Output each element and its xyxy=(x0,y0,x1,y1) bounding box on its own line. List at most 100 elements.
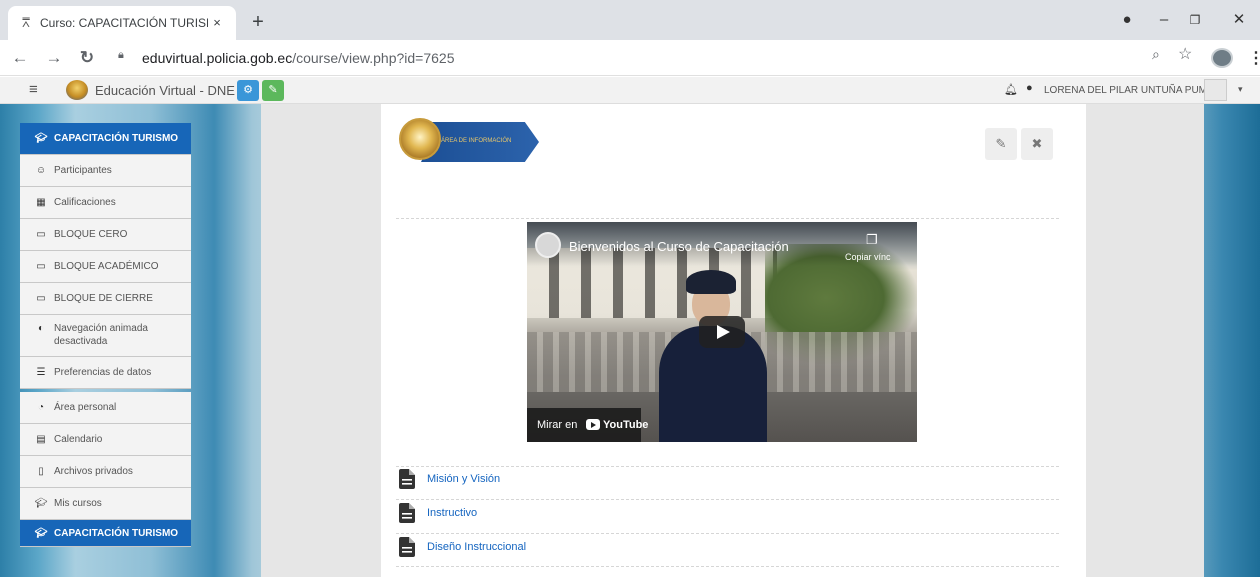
drawer-item-calificaciones[interactable]: ▦ Calificaciones xyxy=(20,187,191,219)
edit-pencil-icon[interactable]: ✎ xyxy=(985,128,1017,160)
drawer-item-label: Mis cursos xyxy=(54,498,102,509)
drawer-item-label: Calificaciones xyxy=(54,197,116,208)
course-content: ÁREA DE INFORMACIÓN ✎ ✖ Bienvenidos al C… xyxy=(381,104,1086,577)
drawer-item-label: Preferencias de datos xyxy=(54,367,152,378)
watch-on-label: Mirar en xyxy=(537,419,578,431)
officer-cap xyxy=(686,270,736,294)
nav-drawer: 🎓︎ CAPACITACIÓN TURISMO ☺ Participantes … xyxy=(20,123,191,547)
resource-mision-vision[interactable]: Misión y Visión xyxy=(399,468,500,490)
resource-label[interactable]: Diseño Instruccional xyxy=(427,541,526,553)
left-gutter xyxy=(261,104,381,577)
chat-bubble-icon[interactable]: ● xyxy=(1026,82,1033,94)
back-arrow-icon[interactable]: ← xyxy=(8,46,32,70)
video-officer xyxy=(659,270,767,442)
browser-tabstrip: ⩞ Curso: CAPACITACIÓN TURISMO × + ● – ❐ … xyxy=(0,0,1260,40)
settings-cogs-button[interactable]: ⚙ xyxy=(237,80,259,101)
drawer-item-label: BLOQUE DE CIERRE xyxy=(54,293,153,304)
document-icon xyxy=(399,537,415,557)
channel-avatar[interactable] xyxy=(535,232,561,258)
site-logo[interactable] xyxy=(66,80,88,100)
section-divider xyxy=(396,218,1059,219)
browser-toolbar: ← → ↻ 🔒︎ eduvirtual.policia.gob.ec/cours… xyxy=(0,40,1260,76)
extension-icon[interactable]: ● xyxy=(1112,8,1142,32)
minimize-button[interactable]: – xyxy=(1149,8,1179,32)
folder-icon: ▭ xyxy=(36,261,46,272)
police-seal-icon xyxy=(399,118,441,160)
address-bar[interactable]: 🔒︎ eduvirtual.policia.gob.ec/course/view… xyxy=(102,45,1260,71)
graduation-cap-icon: 🎓︎ xyxy=(34,527,48,539)
graduation-cap-icon: 🎓︎ xyxy=(34,133,48,144)
drawer-item-label: BLOQUE CERO xyxy=(54,229,128,240)
user-name[interactable]: LORENA DEL PILAR UNTUÑA PUMA xyxy=(1044,85,1214,96)
drawer-course-footer-label: CAPACITACIÓN TURISMO xyxy=(54,527,179,539)
close-tab-icon[interactable]: × xyxy=(208,14,226,32)
browser-tab[interactable]: ⩞ Curso: CAPACITACIÓN TURISMO × xyxy=(8,6,236,40)
play-button[interactable] xyxy=(699,316,745,348)
close-window-button[interactable]: ✕ xyxy=(1224,8,1254,32)
reload-icon[interactable]: ↻ xyxy=(75,46,99,70)
section-banner: ÁREA DE INFORMACIÓN xyxy=(399,114,539,164)
edit-mode-button[interactable]: ✎ xyxy=(262,80,284,101)
drawer-item-label: Archivos privados xyxy=(54,466,133,477)
resource-label[interactable]: Instructivo xyxy=(427,507,477,519)
user-menu-caret-icon[interactable]: ▾ xyxy=(1238,84,1243,95)
browser-menu-icon[interactable]: ⋮ xyxy=(1248,48,1260,68)
drawer-course-footer-link[interactable]: 🎓︎ CAPACITACIÓN TURISMO xyxy=(20,520,191,547)
youtube-wordmark: YouTube xyxy=(603,419,649,431)
drawer-item-bloque-academico[interactable]: ▭ BLOQUE ACADÉMICO xyxy=(20,251,191,283)
forward-arrow-icon[interactable]: → xyxy=(42,46,66,70)
tab-title: Curso: CAPACITACIÓN TURISMO xyxy=(40,16,208,30)
copy-link-icon[interactable]: ❐ xyxy=(866,232,878,248)
drawer-item-label: Área personal xyxy=(54,402,117,413)
document-icon xyxy=(399,469,415,489)
users-icon: ☺ xyxy=(35,165,47,176)
toggle-icon: ◐ xyxy=(37,323,45,334)
site-navbar: ≡ Educación Virtual - DNE ⚙ ✎ 🔔︎ ● LOREN… xyxy=(0,77,1260,104)
drawer-item-bloque-cero[interactable]: ▭ BLOQUE CERO xyxy=(20,219,191,251)
resource-divider xyxy=(396,566,1059,567)
folder-icon: ▭ xyxy=(36,229,46,240)
watch-on-youtube-button[interactable]: Mirar en YouTube xyxy=(527,408,648,442)
moodle-favicon-icon: ⩞ xyxy=(22,15,30,30)
drawer-item-navegacion-animada[interactable]: ◐ Navegación animada desactivada xyxy=(20,315,191,357)
resource-label[interactable]: Misión y Visión xyxy=(427,473,500,485)
drawer-item-label: Participantes xyxy=(54,165,112,176)
new-tab-button[interactable]: + xyxy=(246,10,270,34)
bookmark-star-icon[interactable]: ☆ xyxy=(1178,44,1192,64)
dashboard-icon: ◔ xyxy=(37,402,45,413)
user-avatar[interactable] xyxy=(1204,79,1227,101)
document-icon xyxy=(399,503,415,523)
url-text[interactable]: eduvirtual.policia.gob.ec/course/view.ph… xyxy=(142,50,455,66)
graduation-cap-icon: 🎓︎ xyxy=(34,498,48,509)
drawer-item-area-personal[interactable]: ◔ Área personal xyxy=(20,392,191,424)
database-icon: ☰ xyxy=(36,367,46,378)
drawer-item-mis-cursos[interactable]: 🎓︎ Mis cursos xyxy=(20,488,191,520)
drawer-item-label: Calendario xyxy=(54,434,103,445)
copy-link-label[interactable]: Copiar vínc xyxy=(845,252,891,262)
site-name[interactable]: Educación Virtual - DNE xyxy=(95,83,235,98)
drawer-item-label: BLOQUE ACADÉMICO xyxy=(54,261,159,272)
drawer-item-bloque-cierre[interactable]: ▭ BLOQUE DE CIERRE xyxy=(20,283,191,315)
bell-icon[interactable]: 🔔︎ xyxy=(1004,83,1018,96)
drawer-item-label: Navegación animada desactivada xyxy=(54,323,148,347)
youtube-video-player[interactable]: Bienvenidos al Curso de Capacitación ❐ C… xyxy=(527,222,917,442)
drawer-item-participantes[interactable]: ☺ Participantes xyxy=(20,155,191,187)
drawer-item-preferencias-datos[interactable]: ☰ Preferencias de datos xyxy=(20,357,191,389)
resource-divider xyxy=(396,466,1059,467)
resource-divider xyxy=(396,499,1059,500)
folder-icon: ▭ xyxy=(36,293,46,304)
video-title[interactable]: Bienvenidos al Curso de Capacitación xyxy=(569,239,789,254)
url-path: /course/view.php?id=7625 xyxy=(292,50,455,66)
hamburger-menu-icon[interactable]: ≡ xyxy=(29,81,38,98)
profile-avatar-icon[interactable] xyxy=(1211,48,1233,68)
lock-icon: 🔒︎ xyxy=(118,49,124,61)
drawer-item-calendario[interactable]: ▤ Calendario xyxy=(20,424,191,456)
close-icon[interactable]: ✖ xyxy=(1021,128,1053,160)
resource-diseno-instruccional[interactable]: Diseño Instruccional xyxy=(399,536,526,558)
zoom-icon[interactable]: ⌕ xyxy=(1152,46,1160,63)
banner-text: ÁREA DE INFORMACIÓN xyxy=(441,138,512,144)
restore-button[interactable]: ❐ xyxy=(1180,8,1210,32)
resource-instructivo[interactable]: Instructivo xyxy=(399,502,477,524)
drawer-course-link[interactable]: 🎓︎ CAPACITACIÓN TURISMO xyxy=(20,123,191,155)
drawer-item-archivos-privados[interactable]: ▯ Archivos privados xyxy=(20,456,191,488)
